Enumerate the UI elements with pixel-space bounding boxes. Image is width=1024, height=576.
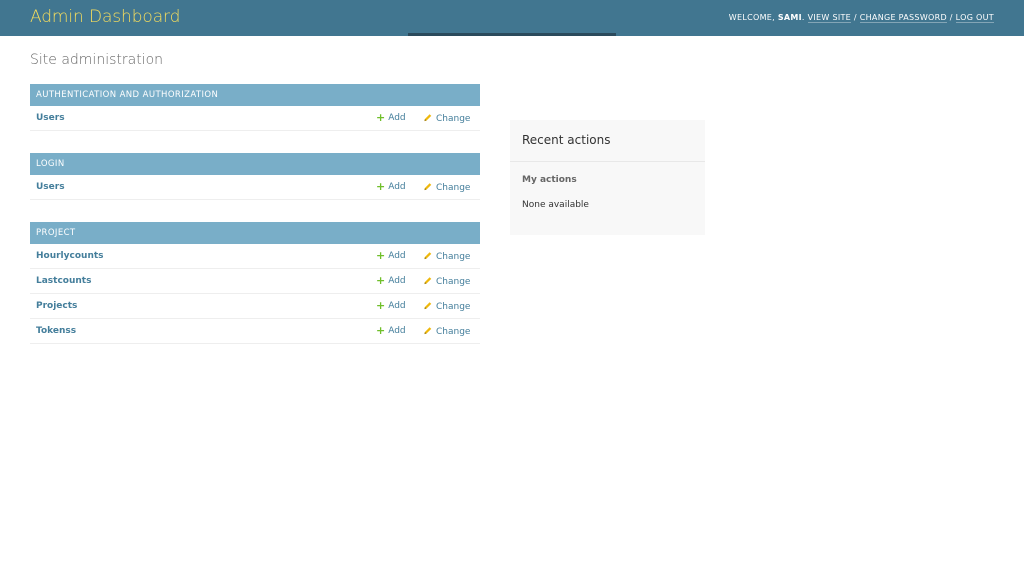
recent-actions-title: Recent actions: [522, 133, 611, 147]
add-button[interactable]: + Add: [376, 111, 406, 124]
module-caption[interactable]: Login: [30, 153, 480, 175]
change-label: Change: [436, 252, 471, 262]
change-button[interactable]: Change: [423, 326, 470, 337]
header: Admin Dashboard Welcome, sami. View site…: [0, 0, 1024, 36]
add-label: Add: [388, 182, 406, 192]
add-button[interactable]: + Add: [376, 249, 406, 262]
add-label: Add: [388, 301, 406, 311]
table-row: Users + Add Change: [30, 106, 480, 131]
separator: /: [853, 13, 857, 22]
pencil-icon: [424, 302, 432, 310]
plus-icon: +: [376, 299, 386, 312]
change-button[interactable]: Change: [423, 301, 470, 312]
change-label: Change: [436, 327, 471, 337]
module-project: Project Hourlycounts + Add Change Lastcou…: [30, 222, 480, 344]
log-out-link[interactable]: Log out: [955, 13, 994, 23]
plus-icon: +: [376, 180, 386, 193]
view-site-link[interactable]: View site: [807, 13, 852, 23]
change-button[interactable]: Change: [423, 276, 470, 287]
table-row: Hourlycounts + Add Change: [30, 244, 480, 269]
add-button[interactable]: + Add: [376, 324, 406, 337]
module-login: Login Users + Add Change: [30, 153, 480, 200]
change-label: Change: [436, 183, 471, 193]
pencil-icon: [424, 114, 432, 122]
pencil-icon: [424, 327, 432, 335]
change-password-link[interactable]: Change password: [859, 13, 947, 23]
change-button[interactable]: Change: [423, 113, 470, 124]
my-actions-heading: My actions: [522, 175, 577, 185]
username: sami: [777, 13, 802, 22]
plus-icon: +: [376, 111, 386, 124]
app-list: Authentication and Authorization Users +…: [30, 84, 480, 366]
plus-icon: +: [376, 274, 386, 287]
model-link-hourlycounts[interactable]: Hourlycounts: [36, 251, 104, 261]
model-link-users[interactable]: Users: [36, 113, 65, 123]
add-button[interactable]: + Add: [376, 274, 406, 287]
divider: [510, 161, 705, 162]
plus-icon: +: [376, 249, 386, 262]
table-row: Projects + Add Change: [30, 294, 480, 319]
change-button[interactable]: Change: [423, 182, 470, 193]
empty-actions-text: None available: [522, 200, 589, 210]
pencil-icon: [424, 277, 432, 285]
model-link-users[interactable]: Users: [36, 182, 65, 192]
add-label: Add: [388, 251, 406, 261]
period: .: [801, 13, 805, 22]
pencil-icon: [424, 252, 432, 260]
change-label: Change: [436, 114, 471, 124]
model-link-projects[interactable]: Projects: [36, 301, 77, 311]
site-title[interactable]: Admin Dashboard: [30, 7, 180, 27]
table-row: Users + Add Change: [30, 175, 480, 200]
recent-actions-panel: Recent actions My actions None available: [510, 120, 705, 235]
change-label: Change: [436, 277, 471, 287]
model-link-lastcounts[interactable]: Lastcounts: [36, 276, 91, 286]
pencil-icon: [424, 183, 432, 191]
header-accent-bar: [408, 33, 616, 36]
module-caption[interactable]: Authentication and Authorization: [30, 84, 480, 106]
table-row: Tokenss + Add Change: [30, 319, 480, 344]
add-button[interactable]: + Add: [376, 299, 406, 312]
module-auth: Authentication and Authorization Users +…: [30, 84, 480, 131]
add-label: Add: [388, 326, 406, 336]
add-button[interactable]: + Add: [376, 180, 406, 193]
plus-icon: +: [376, 324, 386, 337]
page-title: Site administration: [30, 52, 164, 68]
module-caption[interactable]: Project: [30, 222, 480, 244]
separator: /: [949, 13, 953, 22]
table-row: Lastcounts + Add Change: [30, 269, 480, 294]
change-label: Change: [436, 302, 471, 312]
add-label: Add: [388, 276, 406, 286]
change-button[interactable]: Change: [423, 251, 470, 262]
welcome-text: Welcome,: [728, 13, 775, 22]
model-link-tokenss[interactable]: Tokenss: [36, 326, 76, 336]
user-tools: Welcome, sami. View site / Change passwo…: [728, 13, 994, 23]
add-label: Add: [388, 113, 406, 123]
